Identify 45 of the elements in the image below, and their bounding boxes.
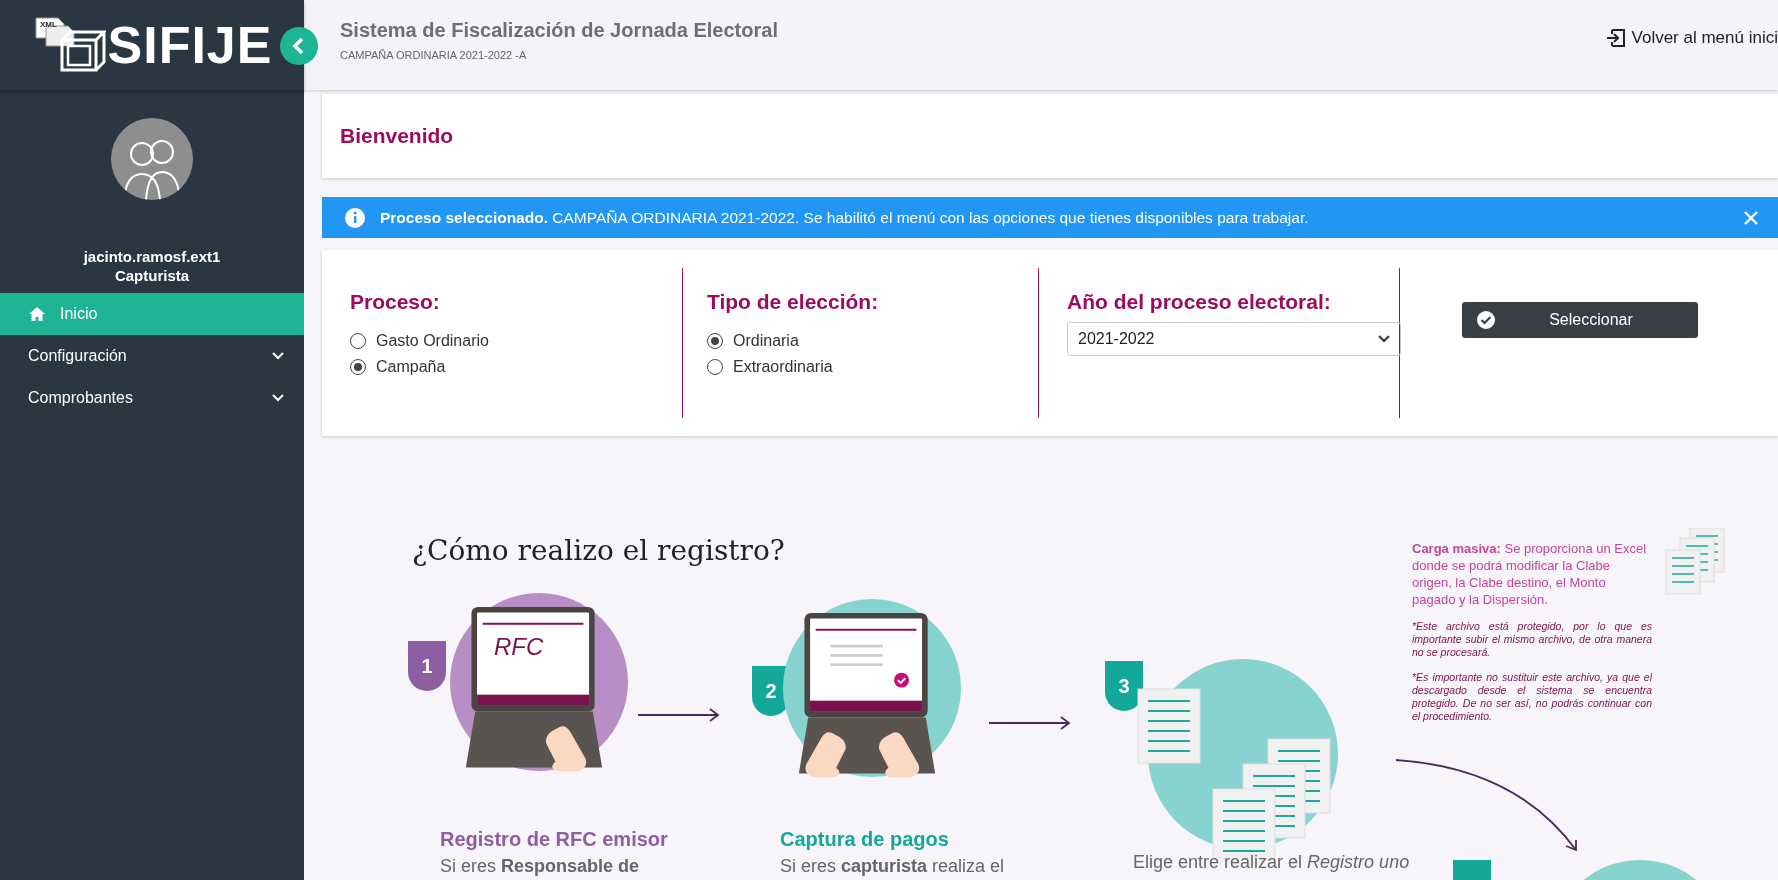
sidebar-item[interactable]: Comprobantes: [0, 377, 304, 419]
logo-text: SIFIJE: [107, 15, 273, 75]
close-icon: [1744, 210, 1758, 225]
field-label: Tipo de elección:: [707, 290, 880, 314]
warning-note: *Es importante no sustituir este archivo, ya que el descargado desde el sistema se encuentra protegido. De no ser así, no podrás continuar con el procedimiento.: [1412, 671, 1652, 723]
screen-text: RFC: [494, 633, 544, 661]
user-name: jacinto.ramosf.ext1: [83, 248, 221, 265]
chevron-down-icon: [1378, 335, 1390, 343]
year-dropdown[interactable]: 2021-2022: [1067, 322, 1401, 356]
warning-note: *Este archivo está protegido, por lo que es importante subir el mismo archivo, de otra manera no se procesará.: [1412, 620, 1652, 659]
arrow-right-icon: [638, 708, 720, 722]
radio-option[interactable]: Ordinaria: [707, 328, 1038, 354]
step-number-badge: 1: [408, 641, 446, 691]
sign-in-icon: [1605, 28, 1626, 48]
step-number-badge: 3: [1105, 661, 1143, 711]
check-circle-icon: [1476, 310, 1496, 330]
collapse-button[interactable]: [280, 27, 318, 65]
welcome-title: Bienvenido: [340, 124, 454, 148]
process-subtitle: CAMPAÑA ORDINARIA 2021-2022 -A: [340, 49, 528, 61]
field-label: Año del proceso electoral:: [1067, 290, 1332, 314]
step-title: Captura de pagos: [780, 828, 949, 851]
step-title: Registro de RFC emisor: [440, 828, 668, 851]
infographic-title: ¿Cómo realizo el registro?: [412, 534, 785, 567]
step-description: Si eres Responsable de: [440, 856, 640, 877]
radio-option[interactable]: Gasto Ordinario: [350, 328, 682, 354]
user-role: Capturista: [114, 267, 190, 284]
sidebar-item[interactable]: Configuración: [0, 335, 304, 377]
home-icon: [28, 306, 46, 322]
system-title: Sistema de Fiscalización de Jornada Electoral: [340, 19, 778, 42]
xml-label: XML: [40, 20, 57, 29]
step-description: Elige entre realizar el Registro uno: [1133, 852, 1410, 873]
select-button[interactable]: Seleccionar: [1462, 302, 1698, 338]
arrow-right-icon: [989, 716, 1071, 730]
chevron-left-icon: [292, 37, 306, 55]
radio-option[interactable]: Campaña: [350, 354, 682, 380]
step-description: Si eres capturista realiza el: [780, 856, 1005, 877]
alert-message: Proceso seleccionado. CAMPAÑA ORDINARIA 2021-2022. Se habilitó el menú con las opciones que tienes disponibles para trabajar.: [380, 208, 1310, 227]
chevron-down-icon: [272, 352, 284, 360]
close-button[interactable]: [1742, 208, 1760, 227]
info-icon: [344, 206, 366, 229]
field-label: Proceso:: [350, 290, 441, 314]
chevron-down-icon: [272, 394, 284, 402]
back-to-menu-link[interactable]: Volver al menú inici: [1605, 28, 1778, 48]
bulk-upload-note: Carga masiva: Se proporciona un Excel donde se podrá modificar la Clabe origen, la Clabe destino, el Monto pagado y la Dispersión.: [1412, 540, 1648, 608]
radio-option[interactable]: Extraordinaria: [707, 354, 1038, 380]
